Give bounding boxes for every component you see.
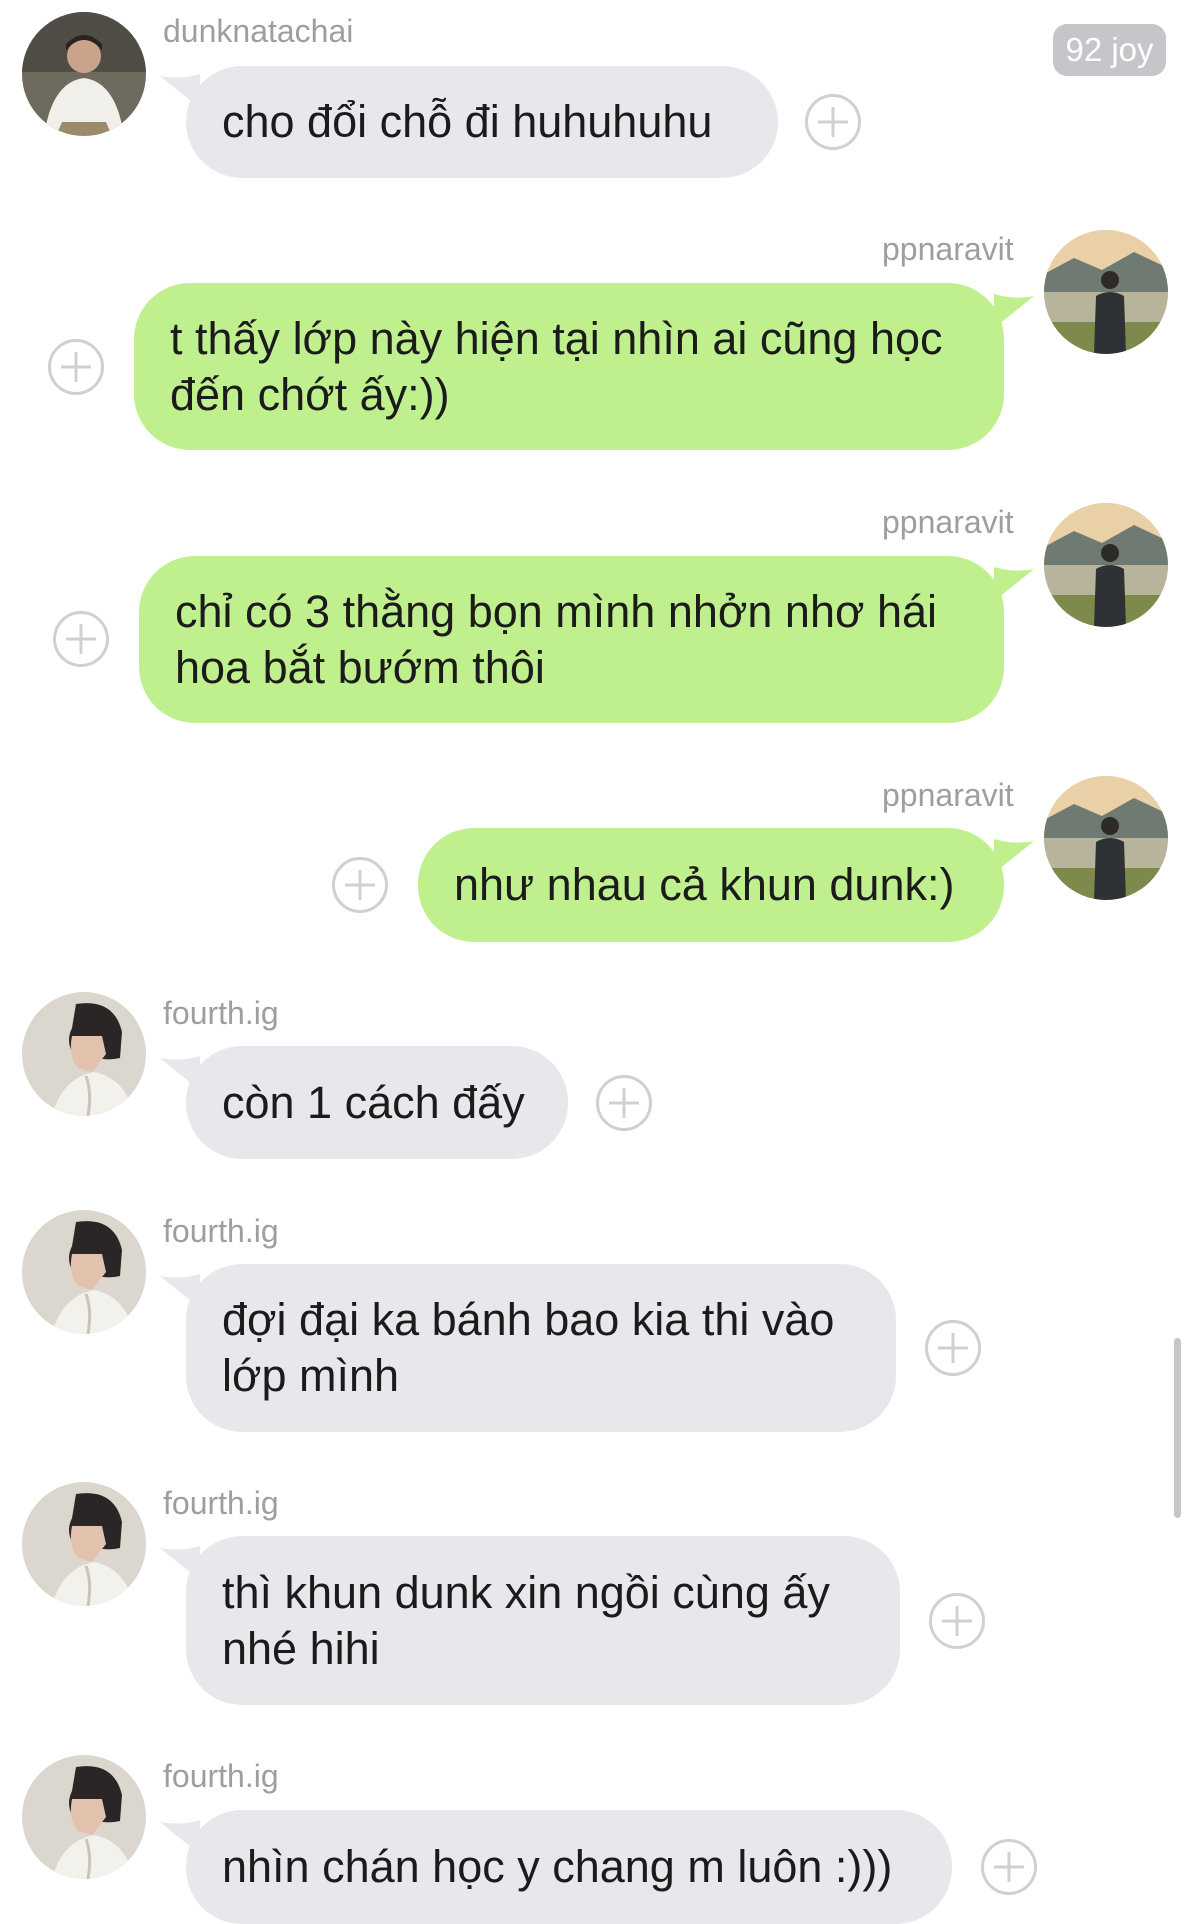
person-profile-hoodie-icon	[22, 1755, 146, 1879]
sender-username: fourth.ig	[163, 1485, 279, 1521]
add-reaction-button[interactable]	[332, 857, 388, 913]
message-text: còn 1 cách đấy	[222, 1076, 525, 1128]
person-lake-landscape-icon	[1044, 230, 1168, 354]
sender-username: fourth.ig	[163, 995, 279, 1031]
avatar-ppnaravit[interactable]	[1044, 230, 1168, 354]
sender-username: ppnaravit	[882, 504, 1014, 540]
message-text: nhìn chán học y chang m luôn :)))	[222, 1841, 893, 1892]
avatar-fourth-ig[interactable]	[22, 1482, 146, 1606]
person-profile-hoodie-icon	[22, 1210, 146, 1334]
add-reaction-button[interactable]	[596, 1075, 652, 1131]
person-white-shirt-icon	[22, 12, 146, 136]
message-bubble[interactable]: nhìn chán học y chang m luôn :)))	[186, 1810, 952, 1924]
add-reaction-button[interactable]	[925, 1320, 981, 1376]
message-text: t thấy lớp này hiện tại nhìn ai cũng học…	[170, 312, 943, 420]
message-text: cho đổi chỗ đi huhuhuhu	[222, 96, 713, 147]
unread-count-badge[interactable]: 92 joy	[1053, 24, 1166, 76]
scrollbar[interactable]	[1174, 1338, 1181, 1518]
message-text: đợi đại ka bánh bao kia thi vào lớp mình	[222, 1294, 835, 1401]
person-lake-landscape-icon	[1044, 503, 1168, 627]
person-profile-hoodie-icon	[22, 992, 146, 1116]
avatar-fourth-ig[interactable]	[22, 992, 146, 1116]
add-reaction-button[interactable]	[929, 1593, 985, 1649]
add-reaction-button[interactable]	[53, 611, 109, 667]
sender-username: ppnaravit	[882, 777, 1014, 813]
add-reaction-button[interactable]	[805, 94, 861, 150]
message-bubble[interactable]: chỉ có 3 thằng bọn mình nhởn nhơ hái hoa…	[139, 556, 1004, 723]
avatar-ppnaravit[interactable]	[1044, 503, 1168, 627]
message-bubble[interactable]: còn 1 cách đấy	[186, 1046, 568, 1159]
avatar-ppnaravit[interactable]	[1044, 776, 1168, 900]
message-text: thì khun dunk xin ngồi cùng ấy nhé hihi	[222, 1566, 830, 1674]
sender-username: fourth.ig	[163, 1758, 279, 1794]
add-reaction-button[interactable]	[981, 1839, 1037, 1895]
avatar-fourth-ig[interactable]	[22, 1210, 146, 1334]
sender-username: dunknatachai	[163, 13, 354, 49]
message-text: chỉ có 3 thằng bọn mình nhởn nhơ hái hoa…	[175, 585, 938, 693]
person-lake-landscape-icon	[1044, 776, 1168, 900]
avatar-fourth-ig[interactable]	[22, 1755, 146, 1879]
message-bubble[interactable]: như nhau cả khun dunk:)	[418, 828, 1004, 942]
message-text: như nhau cả khun dunk:)	[454, 859, 955, 910]
sender-username: ppnaravit	[882, 231, 1014, 267]
message-bubble[interactable]: cho đổi chỗ đi huhuhuhu	[186, 66, 778, 178]
message-bubble[interactable]: thì khun dunk xin ngồi cùng ấy nhé hihi	[186, 1536, 900, 1705]
message-bubble[interactable]: đợi đại ka bánh bao kia thi vào lớp mình	[186, 1264, 896, 1432]
sender-username: fourth.ig	[163, 1213, 279, 1249]
avatar-dunknatachai[interactable]	[22, 12, 146, 136]
person-profile-hoodie-icon	[22, 1482, 146, 1606]
add-reaction-button[interactable]	[48, 339, 104, 395]
message-bubble[interactable]: t thấy lớp này hiện tại nhìn ai cũng học…	[134, 283, 1004, 450]
